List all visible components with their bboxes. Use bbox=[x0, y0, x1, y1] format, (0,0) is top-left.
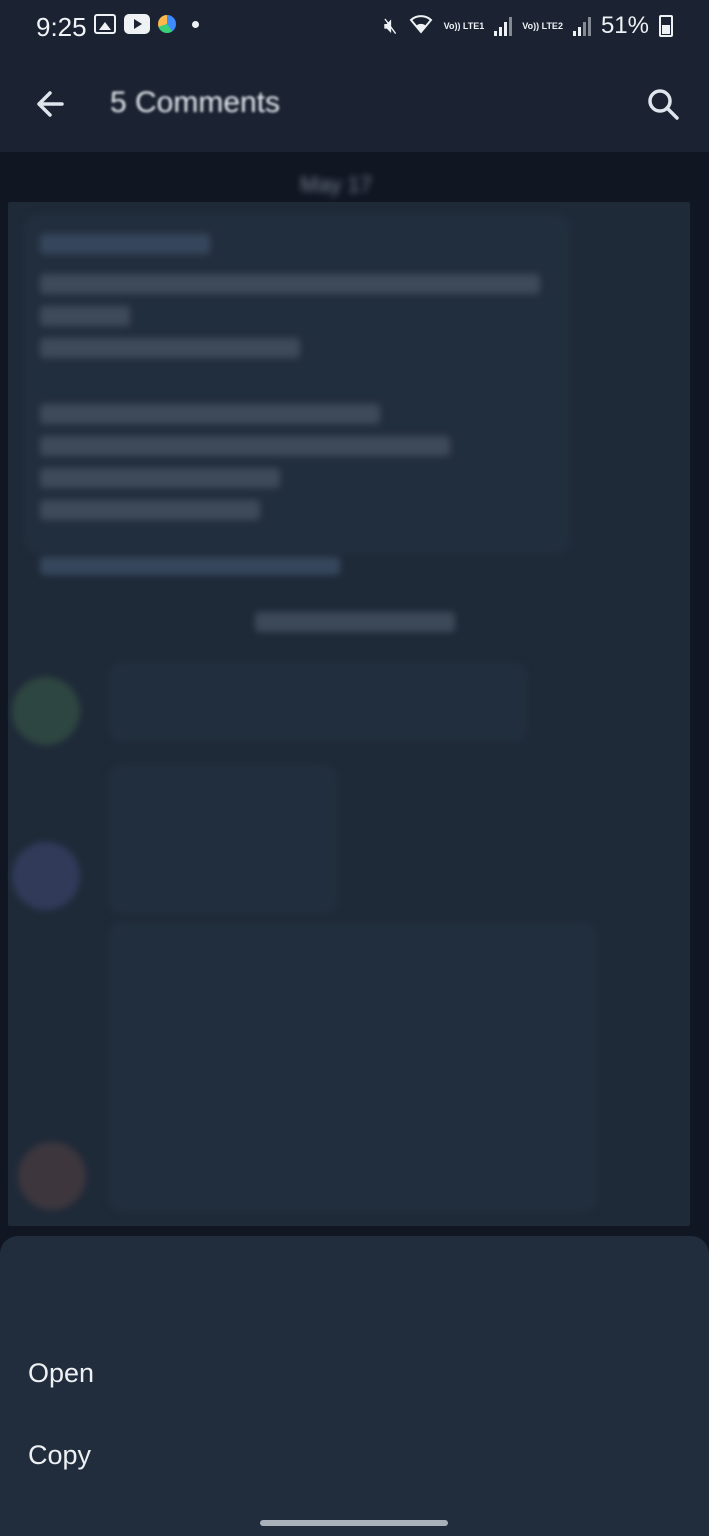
home-indicator[interactable] bbox=[260, 1520, 448, 1526]
menu-item-copy[interactable]: Copy bbox=[0, 1420, 709, 1492]
signal1-icon bbox=[494, 16, 513, 36]
arrow-back-icon bbox=[37, 91, 64, 117]
mute-icon: 🔇︎ bbox=[383, 13, 398, 38]
battery-icon bbox=[659, 15, 673, 37]
dim-overlay[interactable] bbox=[8, 202, 690, 1226]
notification-icons bbox=[94, 14, 199, 34]
menu-item-label: Copy bbox=[28, 1440, 92, 1470]
system-icons: 🔇︎ Vo)) LTE1 Vo)) LTE2 51% bbox=[384, 12, 673, 40]
page-title: 5 Comments bbox=[110, 86, 281, 119]
date-separator: May 17 bbox=[300, 172, 373, 197]
youtube-notification-icon bbox=[124, 14, 150, 34]
status-time: 9:25 bbox=[36, 12, 87, 42]
context-menu-sheet: Open Copy bbox=[0, 1236, 709, 1536]
menu-item-label: Open bbox=[28, 1358, 95, 1388]
wifi-icon bbox=[408, 12, 434, 40]
back-button[interactable] bbox=[28, 82, 72, 126]
search-icon bbox=[648, 89, 679, 120]
status-bar: 9:25 🔇︎ Vo)) LTE1 Vo)) LTE2 51% bbox=[0, 0, 709, 56]
search-button[interactable] bbox=[641, 82, 685, 126]
lte1-indicator: Vo)) LTE1 bbox=[443, 21, 485, 31]
app-notification-icon bbox=[158, 15, 176, 33]
lte2-indicator: Vo)) LTE2 bbox=[522, 21, 563, 31]
app-bar: 5 Comments bbox=[0, 56, 709, 152]
battery-percent: 51% bbox=[600, 12, 649, 39]
signal2-icon bbox=[572, 16, 591, 36]
gallery-notification-icon bbox=[94, 14, 116, 34]
menu-item-open[interactable]: Open bbox=[0, 1338, 709, 1410]
more-notifications-icon bbox=[192, 20, 199, 28]
